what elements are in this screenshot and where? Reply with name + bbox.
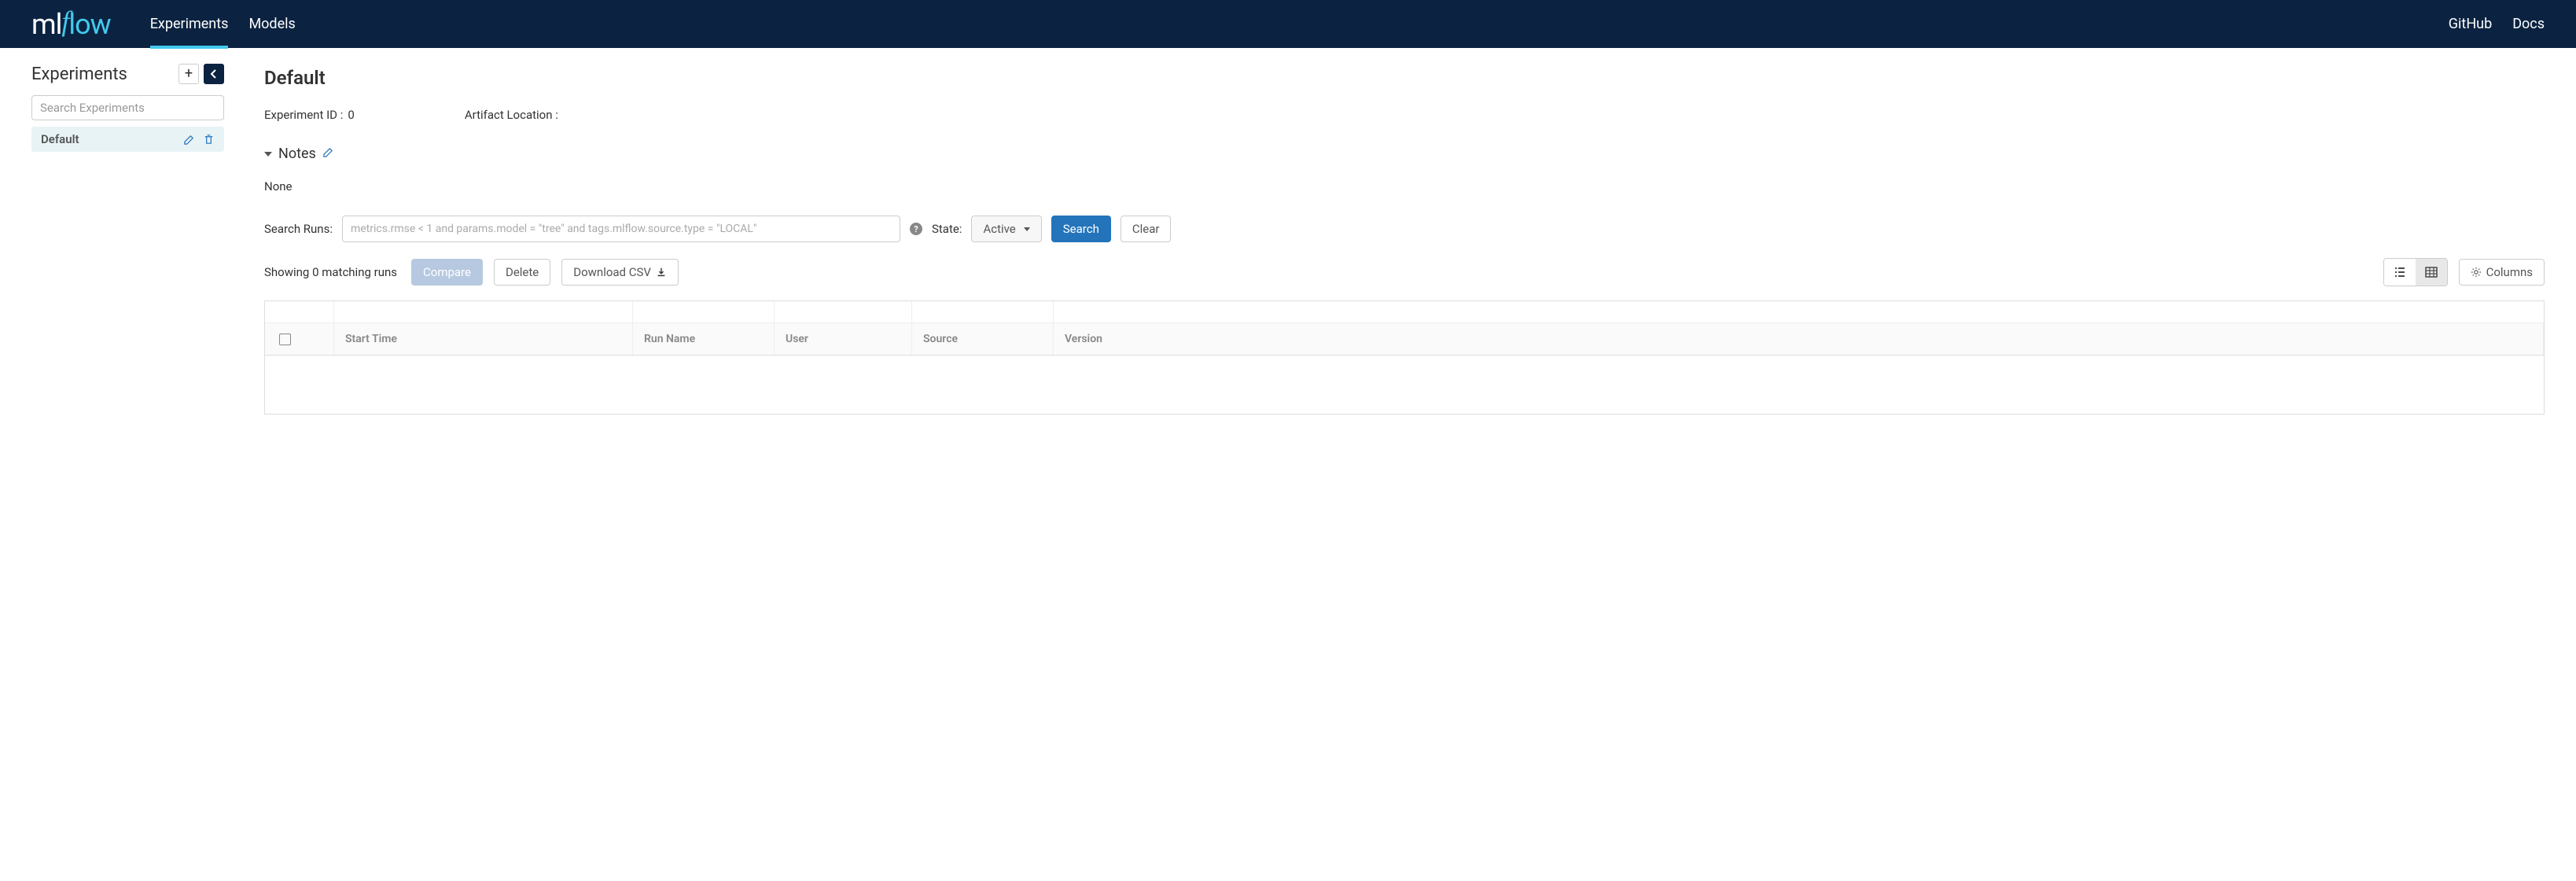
list-view-button[interactable] bbox=[2384, 259, 2416, 286]
delete-icon[interactable] bbox=[203, 134, 215, 146]
download-csv-button[interactable]: Download CSV bbox=[561, 259, 679, 286]
column-user[interactable]: User bbox=[775, 323, 912, 355]
column-source[interactable]: Source bbox=[912, 323, 1054, 355]
delete-runs-button[interactable]: Delete bbox=[494, 259, 550, 286]
grid-icon bbox=[2425, 267, 2438, 278]
experiment-id: Experiment ID 0 bbox=[264, 108, 355, 122]
top-header: mlflow Experiments Models GitHub Docs bbox=[0, 0, 2576, 48]
collapse-sidebar-button[interactable] bbox=[204, 64, 224, 84]
search-experiments-input[interactable] bbox=[31, 95, 224, 120]
chevron-down-icon bbox=[1024, 227, 1030, 231]
chevron-left-icon bbox=[210, 69, 218, 79]
gear-icon bbox=[2471, 267, 2482, 278]
mlflow-logo: mlflow bbox=[31, 8, 111, 41]
sidebar-title: Experiments bbox=[31, 65, 127, 84]
sidebar: Experiments + Default bbox=[0, 48, 236, 415]
page-title: Default bbox=[264, 67, 2545, 89]
view-toggle bbox=[2383, 258, 2448, 286]
notes-label: Notes bbox=[278, 146, 316, 162]
compare-button: Compare bbox=[411, 259, 483, 286]
grid-view-button[interactable] bbox=[2416, 259, 2447, 286]
state-dropdown[interactable]: Active bbox=[971, 216, 1041, 242]
notes-toggle[interactable] bbox=[264, 152, 272, 157]
search-runs-label: Search Runs: bbox=[264, 222, 333, 236]
column-start-time[interactable]: Start Time bbox=[334, 323, 633, 355]
help-icon[interactable]: ? bbox=[910, 223, 922, 235]
download-icon bbox=[656, 267, 667, 278]
column-version[interactable]: Version bbox=[1054, 323, 2544, 355]
list-icon bbox=[2394, 267, 2406, 278]
nav-github[interactable]: GitHub bbox=[2449, 2, 2492, 46]
columns-button[interactable]: Columns bbox=[2459, 259, 2545, 286]
search-button[interactable]: Search bbox=[1051, 216, 1111, 242]
runs-table: Start Time Run Name User Source Version bbox=[264, 300, 2545, 415]
add-experiment-button[interactable]: + bbox=[178, 64, 199, 84]
table-body-empty bbox=[265, 356, 2544, 414]
matching-runs-text: Showing 0 matching runs bbox=[264, 265, 397, 279]
select-all-header bbox=[265, 323, 334, 355]
main-nav: Experiments Models bbox=[150, 2, 296, 46]
main-panel: Default Experiment ID 0 Artifact Locatio… bbox=[236, 48, 2576, 415]
search-runs-input[interactable] bbox=[342, 216, 900, 242]
edit-notes-button[interactable] bbox=[322, 146, 334, 161]
column-run-name[interactable]: Run Name bbox=[633, 323, 775, 355]
state-label: State: bbox=[932, 222, 962, 236]
edit-icon[interactable] bbox=[183, 134, 195, 146]
edit-icon bbox=[322, 146, 334, 158]
nav-right: GitHub Docs bbox=[2449, 2, 2545, 46]
clear-button[interactable]: Clear bbox=[1121, 216, 1172, 242]
sidebar-item-default[interactable]: Default bbox=[31, 127, 224, 152]
artifact-location: Artifact Location bbox=[465, 108, 563, 122]
select-all-checkbox[interactable] bbox=[279, 334, 291, 345]
nav-docs[interactable]: Docs bbox=[2512, 2, 2545, 46]
notes-content: None bbox=[264, 179, 2545, 194]
nav-models[interactable]: Models bbox=[248, 2, 295, 46]
nav-experiments[interactable]: Experiments bbox=[150, 2, 229, 46]
sidebar-item-label: Default bbox=[41, 132, 79, 146]
